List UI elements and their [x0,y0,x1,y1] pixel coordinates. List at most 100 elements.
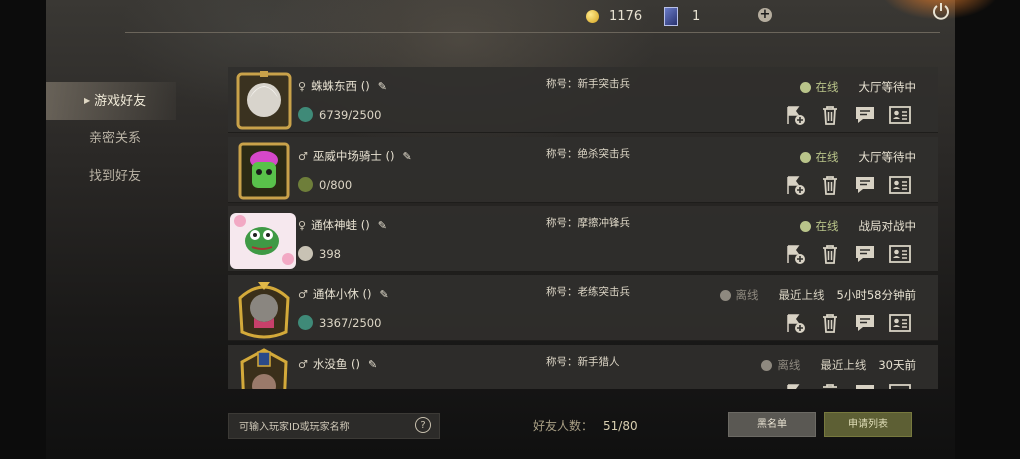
level-line: 398 [298,246,341,261]
help-icon[interactable]: ? [415,417,431,433]
level-value: 398 [319,246,341,261]
coin-count: 1176 [609,8,643,24]
edit-icon[interactable]: ✎ [378,219,387,232]
level-value: 0/800 [319,177,353,192]
avatar[interactable] [230,209,296,271]
chat-icon[interactable] [849,104,881,126]
trash-icon[interactable] [814,382,846,389]
last-online-label: 最近上线 [778,288,825,302]
edit-icon[interactable]: ✎ [378,80,387,93]
search-box: ? [228,413,440,439]
row-actions [776,382,916,389]
offline-dot-icon [761,359,773,371]
activity-text: 大厅等待中 [858,80,917,94]
trash-icon[interactable] [814,104,846,126]
female-icon: ♀ [298,79,307,93]
last-online-time: 5小时58分钟前 [836,288,916,302]
profile-card-icon[interactable] [884,382,916,389]
trash-icon[interactable] [814,243,846,265]
nav-item-game-friends[interactable]: 游戏好友 [46,82,176,120]
female-icon: ♀ [298,218,307,232]
trash-icon[interactable] [814,174,846,196]
level-icon [298,315,313,330]
row-actions [776,243,916,265]
friend-name-line: ♂ 通体小休 () ✎ [298,286,389,302]
apply-list-button[interactable]: 申请列表 [824,412,912,437]
friend-row[interactable]: ♂ 巫威中场骑士 () ✎ 0/800 称号：绝杀突击兵 在线 大厅等待中 [228,137,938,203]
status-text: 在线 [815,80,839,94]
online-dot-icon [799,151,811,163]
friend-title: 称号：摩擦冲锋兵 [546,217,630,229]
friend-name: 蛛蛛东西 () [311,79,370,93]
chat-icon[interactable] [849,382,881,389]
edit-icon[interactable]: ✎ [368,358,377,371]
edit-icon[interactable]: ✎ [380,288,389,301]
status-line: 离线 最近上线 30天前 [761,357,916,373]
online-dot-icon [799,81,811,93]
coin-icon [586,9,599,23]
status-line: 在线 战局对战中 [799,218,917,234]
nav-item-find-friends[interactable]: 找到好友 [46,158,176,196]
left-letterbox [0,0,46,459]
friend-title: 称号：绝杀突击兵 [546,148,630,160]
friend-name: 巫威中场骑士 () [312,149,395,163]
power-icon[interactable] [930,0,952,22]
nav-item-relations[interactable]: 亲密关系 [46,120,176,158]
friend-name-line: ♂ 巫威中场骑士 () ✎ [298,148,412,164]
card-display: 1 [664,6,701,26]
chat-icon[interactable] [849,243,881,265]
profile-card-icon[interactable] [884,174,916,196]
friend-row[interactable]: ♂ 通体小休 () ✎ 3367/2500 称号：老练突击兵 离线 最近上线 5… [228,275,938,341]
profile-card-icon[interactable] [884,104,916,126]
avatar[interactable] [234,140,294,202]
status-text: 在线 [815,219,839,233]
friend-count-label: 好友人数： [533,419,594,433]
male-icon: ♂ [298,287,308,301]
flag-add-icon[interactable] [779,174,811,196]
coin-display: 1176 [586,7,642,25]
plus-icon[interactable]: + [758,8,772,22]
friend-row[interactable]: ♂ 水没鱼 () ✎ 称号：新手猎人 离线 最近上线 30天前 [228,345,938,389]
right-letterbox [955,0,1020,459]
profile-card-icon[interactable] [884,243,916,265]
activity-text: 战局对战中 [858,219,917,233]
friend-row[interactable]: ♀ 蛛蛛东西 () ✎ 6739/2500 称号：新手突击兵 在线 大厅等待中 [228,67,938,133]
friend-name: 通体小休 () [312,287,372,301]
level-line: 3367/2500 [298,315,381,330]
avatar[interactable] [234,278,294,340]
flag-add-icon[interactable] [779,382,811,389]
status-line: 离线 最近上线 5小时58分钟前 [719,287,916,303]
friend-name: 通体神蛙 () [311,218,370,232]
edit-icon[interactable]: ✎ [403,150,412,163]
avatar[interactable] [234,70,294,132]
friend-list[interactable]: ♀ 蛛蛛东西 () ✎ 6739/2500 称号：新手突击兵 在线 大厅等待中 … [228,67,938,389]
friend-count-value: 51/80 [603,419,638,433]
avatar[interactable] [234,348,294,389]
status-line: 在线 大厅等待中 [799,149,917,165]
flag-add-icon[interactable] [779,243,811,265]
flag-add-icon[interactable] [779,104,811,126]
profile-card-icon[interactable] [884,312,916,334]
activity-text: 大厅等待中 [858,150,917,164]
row-actions [776,104,916,126]
friend-title: 称号：新手突击兵 [546,78,630,90]
level-icon [298,107,313,122]
card-count: 1 [692,8,701,24]
trash-icon[interactable] [814,312,846,334]
blacklist-button[interactable]: 黑名单 [728,412,816,437]
status-line: 在线 大厅等待中 [799,79,917,95]
level-icon [298,246,313,261]
level-value: 3367/2500 [319,315,382,330]
level-line: 0/800 [298,177,352,192]
chat-icon[interactable] [849,174,881,196]
status-text: 离线 [735,288,759,302]
card-icon [664,6,678,26]
search-input[interactable] [237,417,411,437]
friend-row[interactable]: ♀ 通体神蛙 () ✎ 398 称号：摩擦冲锋兵 在线 战局对战中 [228,206,938,272]
chat-icon[interactable] [849,312,881,334]
flag-add-icon[interactable] [779,312,811,334]
friend-name-line: ♀ 通体神蛙 () ✎ [298,217,387,233]
status-text: 在线 [815,150,839,164]
friend-count: 好友人数： 51/80 [533,417,638,434]
male-icon: ♂ [298,149,308,163]
